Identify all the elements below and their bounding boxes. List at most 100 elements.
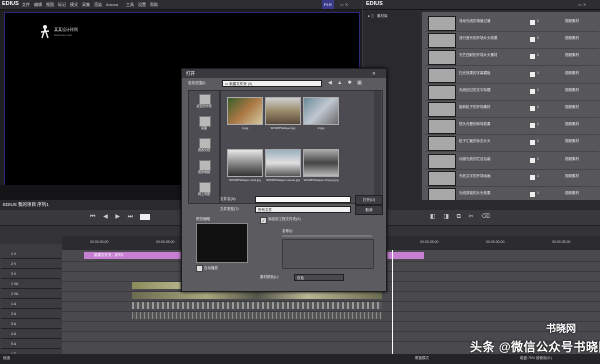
place-item[interactable]: 我的电脑	[191, 159, 217, 179]
track-lane	[62, 302, 600, 312]
bin-app-title: EDIUS	[366, 1, 383, 7]
bin-window: EDIUS ▭ ✕ ▸ ▢ 素材库 流动光线的场景过渡 1 视频素材 流行音乐的开场片…	[363, 0, 600, 208]
effect-row[interactable]: 流行音乐的开场片头效果 1 视频素材	[425, 31, 599, 50]
effect-type: 视频素材	[565, 156, 579, 161]
tree-root-label[interactable]: 素材库	[377, 14, 388, 19]
file-list[interactable]: 1.jpg WOWPSslayer.jpg 2.jpg WOWPSslayer-mod…	[220, 90, 383, 204]
stop-button[interactable]	[140, 214, 150, 220]
clip-secondary[interactable]	[384, 252, 424, 259]
effect-checkbox[interactable]	[529, 139, 536, 147]
track-header[interactable]: 1 A	[1, 300, 61, 309]
menu-render[interactable]: 渲染	[94, 0, 102, 9]
file-item[interactable]: WOWPSslayer-mod.jpg	[227, 149, 263, 185]
effect-row[interactable]: 旋转粒子的开场素材 1 视频素材	[425, 100, 599, 118]
open-button[interactable]: 打开(O)	[355, 195, 383, 205]
effect-row[interactable]: 光芒四射的开场片头素材 1 视频素材	[425, 48, 599, 67]
track-header[interactable]: 2 V	[1, 260, 61, 269]
track-header[interactable]: 2 A	[1, 310, 61, 319]
file-list-scrollbar[interactable]	[374, 91, 381, 203]
effect-checkbox[interactable]	[529, 19, 536, 26]
track-header[interactable]: 3 A	[1, 320, 61, 329]
effect-name: 动感光效的栏目包装	[459, 156, 491, 161]
menu-mode[interactable]: 模式	[70, 0, 78, 9]
file-name: 2.jpg	[317, 126, 325, 130]
place-item[interactable]: 网上邻居	[191, 181, 217, 201]
place-item[interactable]: 桌面	[191, 115, 217, 135]
effect-type: 视频素材	[565, 122, 579, 127]
autoplay-checkbox[interactable]	[196, 265, 203, 272]
color-value: 灰色	[297, 276, 304, 280]
effect-checkbox[interactable]	[529, 173, 536, 181]
nav-buttons-icon[interactable]: ◀ ▲ ✱ ▦	[328, 80, 364, 86]
file-item[interactable]: WOWPSslayer.jpg	[265, 97, 301, 133]
menu-capture[interactable]: 采集	[82, 0, 90, 9]
audio-waveform-2[interactable]	[132, 312, 382, 319]
plr-mode-badge[interactable]: PLR	[322, 0, 334, 9]
menu-tools[interactable]: 工具	[126, 0, 134, 9]
playhead[interactable]	[392, 250, 393, 354]
effects-list[interactable]: 流动光线的场景过渡 1 视频素材 流行音乐的开场片头效果 1 视频素材 光芒四射的开场片头素…	[421, 11, 600, 205]
filename-input[interactable]	[255, 196, 351, 203]
effect-row[interactable]: 光线划过的文字标题 1 视频素材	[425, 83, 599, 101]
file-item[interactable]: 1.jpg	[227, 97, 263, 133]
bin-close-icon[interactable]: ▭ ✕	[578, 0, 586, 9]
file-thumbnail	[265, 97, 301, 125]
effect-type: 视频素材	[565, 87, 579, 92]
effect-row[interactable]: 粒子汇聚的标志片头 1 视频素材	[425, 134, 599, 153]
menu-settings[interactable]: 设置	[138, 0, 146, 9]
effect-checkbox[interactable]	[529, 105, 536, 112]
menu-mark[interactable]: 标记	[58, 0, 66, 9]
menu-file[interactable]: 文件	[22, 0, 30, 9]
effect-count: 1	[537, 53, 539, 58]
menu-view[interactable]: 视图	[46, 0, 54, 9]
effect-checkbox[interactable]	[529, 122, 536, 130]
effect-checkbox[interactable]	[529, 53, 536, 61]
menu-aurora[interactable]: Aurora	[106, 0, 118, 9]
track-header[interactable]: 4 A	[1, 330, 61, 339]
file-item[interactable]: WOWPSslayer-scene.jpg	[265, 149, 301, 185]
track-header[interactable]: 1 V	[1, 250, 61, 259]
effect-checkbox[interactable]	[529, 87, 536, 95]
folder-icon: ▸ ▢	[368, 14, 375, 18]
effect-row[interactable]: 动感光效的栏目包装 1 视频素材	[425, 152, 599, 170]
effect-count: 1	[537, 87, 539, 92]
ruler-tick-label: 00:00:35;00	[552, 240, 571, 244]
note-field[interactable]	[282, 239, 374, 269]
track-header[interactable]: 1 VA	[1, 280, 61, 289]
menu-help[interactable]: 帮助	[150, 0, 158, 9]
add-to-project-checkbox[interactable]: ✓	[260, 217, 267, 224]
edit-tools-icon[interactable]: ◧ ◨ ⧉ ✂ ⌫	[430, 213, 493, 221]
place-item[interactable]: 我的文档	[191, 137, 217, 157]
file-item[interactable]: WOWPSslayer-nfnyup.jpg	[303, 149, 339, 185]
effect-row[interactable]: 流动光线的场景过渡 1 视频素材	[425, 14, 599, 32]
track-header[interactable]: 3 V	[1, 270, 61, 279]
effect-checkbox[interactable]	[529, 191, 536, 198]
transport-controls-icon[interactable]: ⏮ ◀ ▶ ⏭ ■	[90, 213, 147, 221]
menu-edit[interactable]: 编辑	[34, 0, 42, 9]
name-field[interactable]	[282, 235, 372, 237]
color-select[interactable]: 灰色	[294, 274, 344, 281]
filetype-select[interactable]: 所有文件	[255, 206, 351, 213]
logo-subtext: www.xxx.com	[54, 33, 73, 37]
place-item[interactable]: 最近的文档	[191, 93, 217, 113]
ruler-tick-label: 00:00:05;00	[156, 240, 175, 244]
effect-checkbox[interactable]	[529, 70, 536, 78]
track-header[interactable]: 2 VA	[1, 290, 61, 299]
effect-row[interactable]: 光效文字的开场动画 1 视频素材	[425, 169, 599, 187]
status-mode: 覆盖模式	[415, 356, 429, 360]
file-item[interactable]: 2.jpg	[303, 97, 339, 133]
effect-row[interactable]: 镜头光晕的转场效果 1 视频素材	[425, 117, 599, 136]
clip-main[interactable]: 新建文件夹 - 序列1	[84, 252, 194, 259]
watermark-text: 头条 @微信公众号书晓网	[470, 340, 600, 354]
effect-row[interactable]: 扫光效果的字幕模板 1 视频素材	[425, 66, 599, 84]
cancel-button[interactable]: 取消	[355, 205, 383, 215]
effect-name: 旋转粒子的开场素材	[459, 105, 491, 109]
effect-checkbox[interactable]	[529, 36, 536, 44]
lookin-combo[interactable]: ▭ 新建文件夹 (4)	[222, 80, 322, 87]
video-clip-strip-2[interactable]	[132, 292, 382, 299]
audio-waveform[interactable]	[132, 302, 382, 309]
close-icon[interactable]: ✕	[372, 69, 376, 78]
window-controls-icon[interactable]: ▭ ✕	[340, 0, 348, 9]
track-header[interactable]: 5 A	[1, 340, 61, 349]
effect-checkbox[interactable]	[529, 156, 536, 164]
